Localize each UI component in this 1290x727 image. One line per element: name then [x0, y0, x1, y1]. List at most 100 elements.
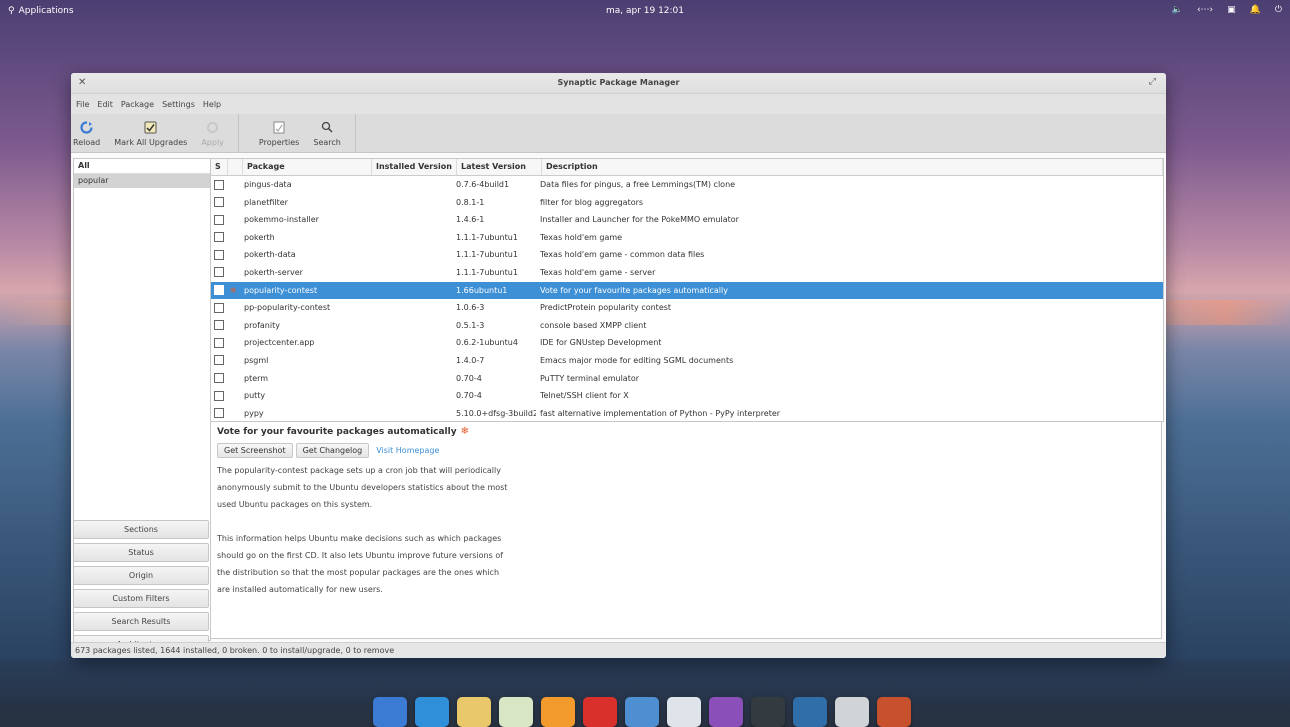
settings-toggle-icon[interactable]: [667, 697, 701, 727]
package-status-icon: [226, 246, 240, 264]
search-results-button[interactable]: Search Results: [73, 612, 209, 631]
mark-checkbox[interactable]: [211, 176, 226, 194]
table-row[interactable]: profanity 0.5.1-3 console based XMPP clien…: [211, 317, 1163, 335]
mark-checkbox[interactable]: [211, 229, 226, 247]
menu-package[interactable]: Package: [121, 100, 154, 109]
origin-button[interactable]: Origin: [73, 566, 209, 585]
visit-homepage-link[interactable]: Visit Homepage: [376, 446, 439, 455]
table-row[interactable]: pingus-data 0.7.6-4build1 Data files for p…: [211, 176, 1163, 194]
photos-icon[interactable]: [625, 697, 659, 727]
reload-button[interactable]: Reload: [73, 120, 100, 152]
column-description[interactable]: Description: [542, 159, 1163, 175]
checkbox-icon[interactable]: [214, 408, 224, 419]
notifications-icon[interactable]: 🔔: [1250, 5, 1261, 15]
table-row[interactable]: psgml 1.4.0-7 Emacs major mode for editing…: [211, 352, 1163, 370]
table-row[interactable]: pokerth-data 1.1.1-7ubuntu1 Texas hold'em …: [211, 246, 1163, 264]
table-row[interactable]: ❄ popularity-contest 1.66ubuntu1 Vote for y…: [211, 281, 1163, 300]
mark-checkbox[interactable]: [211, 264, 226, 282]
custom-filters-button[interactable]: Custom Filters: [73, 589, 209, 608]
menu-settings[interactable]: Settings: [162, 100, 195, 109]
column-latest-version[interactable]: Latest Version: [457, 159, 542, 175]
filter-item-popular[interactable]: popular: [74, 174, 210, 188]
videos-icon[interactable]: [583, 697, 617, 727]
mark-all-upgrades-button[interactable]: Mark All Upgrades: [114, 120, 187, 152]
maximize-icon[interactable]: ⤢: [1149, 77, 1156, 87]
apply-button[interactable]: Apply: [201, 120, 224, 152]
package-status-icon: [226, 176, 240, 194]
sections-button[interactable]: Sections: [73, 520, 209, 539]
power-icon[interactable]: ⏻: [1275, 5, 1282, 15]
multitasking-view-icon[interactable]: [373, 697, 407, 727]
properties-button[interactable]: Properties: [259, 120, 299, 152]
table-row[interactable]: pokemmo-installer 1.4.6-1 Installer and La…: [211, 211, 1163, 229]
mark-checkbox[interactable]: [211, 387, 226, 405]
mark-checkbox[interactable]: [211, 246, 226, 264]
column-icon[interactable]: [228, 159, 243, 175]
menu-file[interactable]: File: [76, 100, 89, 109]
mark-checkbox[interactable]: [211, 317, 226, 335]
menu-help[interactable]: Help: [203, 100, 221, 109]
mail-icon[interactable]: [457, 697, 491, 727]
screenshot-icon[interactable]: [793, 697, 827, 727]
network-icon[interactable]: ‹⋯›: [1197, 5, 1213, 15]
checkbox-icon[interactable]: [214, 214, 224, 225]
checkbox-icon[interactable]: [214, 355, 224, 366]
checkbox-icon[interactable]: [214, 390, 224, 401]
table-row[interactable]: pypy 5.10.0+dfsg-3build2 fast alternative …: [211, 405, 1163, 421]
menu-edit[interactable]: Edit: [97, 100, 113, 109]
mark-checkbox[interactable]: [211, 334, 226, 352]
table-row[interactable]: pokerth 1.1.1-7ubuntu1 Texas hold'em game: [211, 229, 1163, 247]
table-row[interactable]: pterm 0.70-4 PuTTY terminal emulator: [211, 370, 1163, 388]
table-row[interactable]: putty 0.70-4 Telnet/SSH client for X: [211, 387, 1163, 405]
table-row[interactable]: pp-popularity-contest 1.0.6-3 PredictProte…: [211, 299, 1163, 317]
checkbox-icon[interactable]: [214, 373, 224, 384]
mark-checkbox[interactable]: [211, 282, 226, 300]
status-button[interactable]: Status: [73, 543, 209, 562]
table-row[interactable]: projectcenter.app 0.6.2-1ubuntu4 IDE for G…: [211, 334, 1163, 352]
calendar-icon[interactable]: [499, 697, 533, 727]
get-changelog-button[interactable]: Get Changelog: [295, 443, 370, 458]
installed-version: [368, 229, 452, 247]
checkbox-icon[interactable]: [214, 337, 224, 348]
installed-version: [368, 317, 452, 335]
files-icon[interactable]: [835, 697, 869, 727]
package-name: popularity-contest: [244, 285, 318, 295]
checkbox-icon[interactable]: [214, 232, 224, 243]
package-status-icon: [226, 211, 240, 229]
table-row[interactable]: planetfilter 0.8.1-1 filter for blog aggre…: [211, 194, 1163, 212]
volume-icon[interactable]: 🔈: [1172, 5, 1183, 15]
column-package[interactable]: Package: [243, 159, 372, 175]
mark-checkbox[interactable]: [211, 352, 226, 370]
package-status-icon: [226, 299, 240, 317]
checkbox-icon[interactable]: [214, 179, 224, 190]
checkbox-icon[interactable]: [214, 285, 224, 296]
terminal-icon[interactable]: [751, 697, 785, 727]
mark-checkbox[interactable]: [211, 405, 226, 421]
filter-header-all[interactable]: All: [74, 159, 210, 174]
package-description: Emacs major mode for editing SGML docume…: [540, 355, 734, 365]
package-description: IDE for GNUstep Development: [540, 338, 662, 348]
synaptic-icon[interactable]: [877, 697, 911, 727]
mark-checkbox[interactable]: [211, 370, 226, 388]
get-screenshot-button[interactable]: Get Screenshot: [217, 443, 293, 458]
column-installed-version[interactable]: Installed Version: [372, 159, 457, 175]
checkbox-icon[interactable]: [214, 302, 224, 313]
display-icon[interactable]: ▣: [1227, 5, 1236, 15]
checkbox-icon[interactable]: [214, 267, 224, 278]
table-row[interactable]: pokerth-server 1.1.1-7ubuntu1 Texas hold'e…: [211, 264, 1163, 282]
web-browser-icon[interactable]: [415, 697, 449, 727]
checkbox-icon[interactable]: [214, 249, 224, 260]
search-button[interactable]: Search: [313, 120, 341, 152]
mark-checkbox[interactable]: [211, 194, 226, 212]
column-status[interactable]: S: [211, 159, 228, 175]
package-name: pokerth: [244, 232, 275, 242]
mark-checkbox[interactable]: [211, 299, 226, 317]
music-icon[interactable]: [541, 697, 575, 727]
appcenter-icon[interactable]: [709, 697, 743, 727]
mark-checkbox[interactable]: [211, 211, 226, 229]
titlebar[interactable]: ✕ Synaptic Package Manager ⤢: [71, 73, 1166, 94]
checkbox-icon[interactable]: [214, 197, 224, 208]
clock[interactable]: ma, apr 19 12:01: [0, 6, 1290, 16]
package-description: Telnet/SSH client for X: [540, 391, 629, 401]
checkbox-icon[interactable]: [214, 320, 224, 331]
